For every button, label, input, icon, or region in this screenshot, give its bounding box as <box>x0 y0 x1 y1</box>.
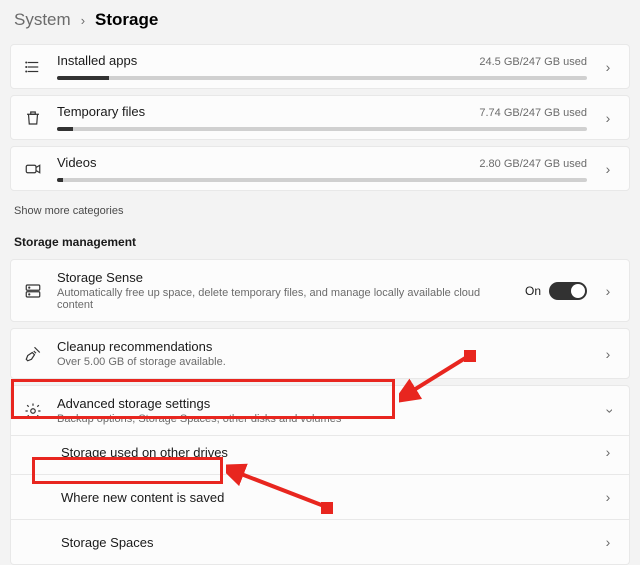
chevron-right-icon: › <box>81 13 85 28</box>
chevron-right-icon: › <box>601 59 615 75</box>
usage-row-temp[interactable]: Temporary files 7.74 GB/247 GB used › <box>10 95 630 140</box>
storage-management-header: Storage management <box>0 231 640 259</box>
usage-bar <box>57 127 587 131</box>
storage-sense-sub: Automatically free up space, delete temp… <box>57 287 511 311</box>
video-icon <box>23 159 43 179</box>
breadcrumb: System › Storage <box>0 0 640 44</box>
usage-label: Installed apps <box>57 53 137 68</box>
chevron-right-icon: › <box>601 444 615 460</box>
storage-sense-state: On <box>525 284 541 298</box>
chevron-up-icon: › <box>600 404 616 418</box>
trash-icon <box>23 108 43 128</box>
chevron-right-icon: › <box>601 346 615 362</box>
drive-icon <box>23 281 43 301</box>
subrow-label: Where new content is saved <box>61 490 224 505</box>
chevron-right-icon: › <box>601 283 615 299</box>
chevron-right-icon: › <box>601 489 615 505</box>
storage-sense-title: Storage Sense <box>57 270 511 285</box>
usage-bar <box>57 178 587 182</box>
broom-icon <box>23 344 43 364</box>
usage-amount: 2.80 GB/247 GB used <box>479 158 587 170</box>
chevron-right-icon: › <box>601 110 615 126</box>
usage-label: Videos <box>57 155 97 170</box>
usage-amount: 24.5 GB/247 GB used <box>479 56 587 68</box>
subrow-new-content[interactable]: Where new content is saved › <box>10 475 630 520</box>
subrow-storage-spaces[interactable]: Storage Spaces › <box>10 520 630 565</box>
storage-sense-toggle[interactable] <box>549 282 587 300</box>
subrow-label: Storage used on other drives <box>61 445 228 460</box>
breadcrumb-parent[interactable]: System <box>14 10 71 30</box>
breadcrumb-current: Storage <box>95 10 158 30</box>
chevron-right-icon: › <box>601 534 615 550</box>
apps-icon <box>23 57 43 77</box>
chevron-right-icon: › <box>601 161 615 177</box>
gear-icon <box>23 401 43 421</box>
advanced-sub: Backup options, Storage Spaces, other di… <box>57 413 587 425</box>
advanced-storage-row[interactable]: Advanced storage settings Backup options… <box>10 385 630 436</box>
advanced-title: Advanced storage settings <box>57 396 587 411</box>
show-more-categories[interactable]: Show more categories <box>0 197 137 231</box>
subrow-label: Storage Spaces <box>61 535 154 550</box>
cleanup-title: Cleanup recommendations <box>57 339 587 354</box>
usage-row-video[interactable]: Videos 2.80 GB/247 GB used › <box>10 146 630 191</box>
storage-sense-row[interactable]: Storage Sense Automatically free up spac… <box>10 259 630 322</box>
usage-row-apps[interactable]: Installed apps 24.5 GB/247 GB used › <box>10 44 630 89</box>
usage-bar <box>57 76 587 80</box>
subrow-other-drives[interactable]: Storage used on other drives › <box>10 430 630 475</box>
usage-amount: 7.74 GB/247 GB used <box>479 107 587 119</box>
cleanup-sub: Over 5.00 GB of storage available. <box>57 356 587 368</box>
usage-label: Temporary files <box>57 104 145 119</box>
cleanup-row[interactable]: Cleanup recommendations Over 5.00 GB of … <box>10 328 630 379</box>
